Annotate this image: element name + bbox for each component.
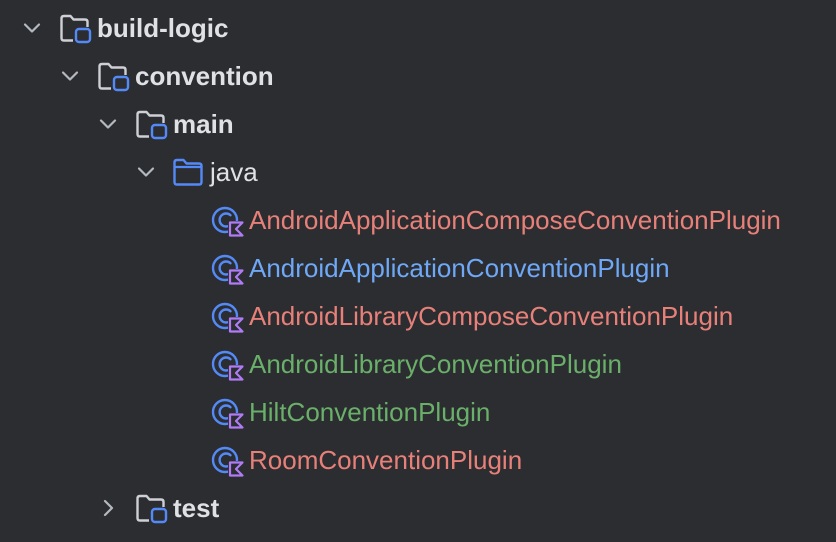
kotlin-class-icon bbox=[211, 301, 245, 333]
kotlin-class-icon bbox=[211, 253, 245, 285]
tree-node-label: convention bbox=[135, 61, 274, 91]
tree-node-label: main bbox=[173, 109, 234, 139]
chevron-right-icon[interactable] bbox=[96, 496, 120, 520]
tree-node-main[interactable]: main bbox=[0, 100, 836, 148]
module-folder-icon bbox=[59, 13, 93, 45]
kotlin-class-icon bbox=[211, 445, 245, 477]
chevron-down-icon[interactable] bbox=[20, 16, 44, 40]
kotlin-class-icon bbox=[211, 205, 245, 237]
module-folder-icon bbox=[135, 109, 169, 141]
project-tree: build-logic convention main java Android… bbox=[0, 0, 836, 542]
source-folder-icon bbox=[172, 157, 206, 189]
chevron-down-icon[interactable] bbox=[96, 112, 120, 136]
tree-file-item[interactable]: AndroidLibraryConventionPlugin bbox=[0, 340, 836, 388]
tree-node-label: test bbox=[173, 493, 220, 523]
tree-file-item[interactable]: AndroidLibraryComposeConventionPlugin bbox=[0, 292, 836, 340]
chevron-down-icon[interactable] bbox=[134, 160, 158, 184]
tree-node-test[interactable]: test bbox=[0, 484, 836, 532]
tree-file-item[interactable]: AndroidApplicationConventionPlugin bbox=[0, 244, 836, 292]
tree-node-build-logic[interactable]: build-logic bbox=[0, 4, 836, 52]
chevron-down-icon[interactable] bbox=[58, 64, 82, 88]
kotlin-class-icon bbox=[211, 397, 245, 429]
file-label: AndroidApplicationComposeConventionPlugi… bbox=[249, 205, 781, 235]
module-folder-icon bbox=[135, 493, 169, 525]
file-label: AndroidLibraryConventionPlugin bbox=[249, 349, 622, 379]
file-label: AndroidApplicationConventionPlugin bbox=[249, 253, 670, 283]
file-label: HiltConventionPlugin bbox=[249, 397, 491, 427]
tree-file-item[interactable]: AndroidApplicationComposeConventionPlugi… bbox=[0, 196, 836, 244]
module-folder-icon bbox=[97, 61, 131, 93]
kotlin-class-icon bbox=[211, 349, 245, 381]
tree-node-label: build-logic bbox=[97, 13, 229, 43]
tree-node-convention[interactable]: convention bbox=[0, 52, 836, 100]
file-label: AndroidLibraryComposeConventionPlugin bbox=[249, 301, 734, 331]
tree-file-item[interactable]: HiltConventionPlugin bbox=[0, 388, 836, 436]
file-label: RoomConventionPlugin bbox=[249, 445, 523, 475]
tree-node-java[interactable]: java bbox=[0, 148, 836, 196]
tree-file-item[interactable]: RoomConventionPlugin bbox=[0, 436, 836, 484]
tree-node-label: java bbox=[210, 157, 258, 187]
